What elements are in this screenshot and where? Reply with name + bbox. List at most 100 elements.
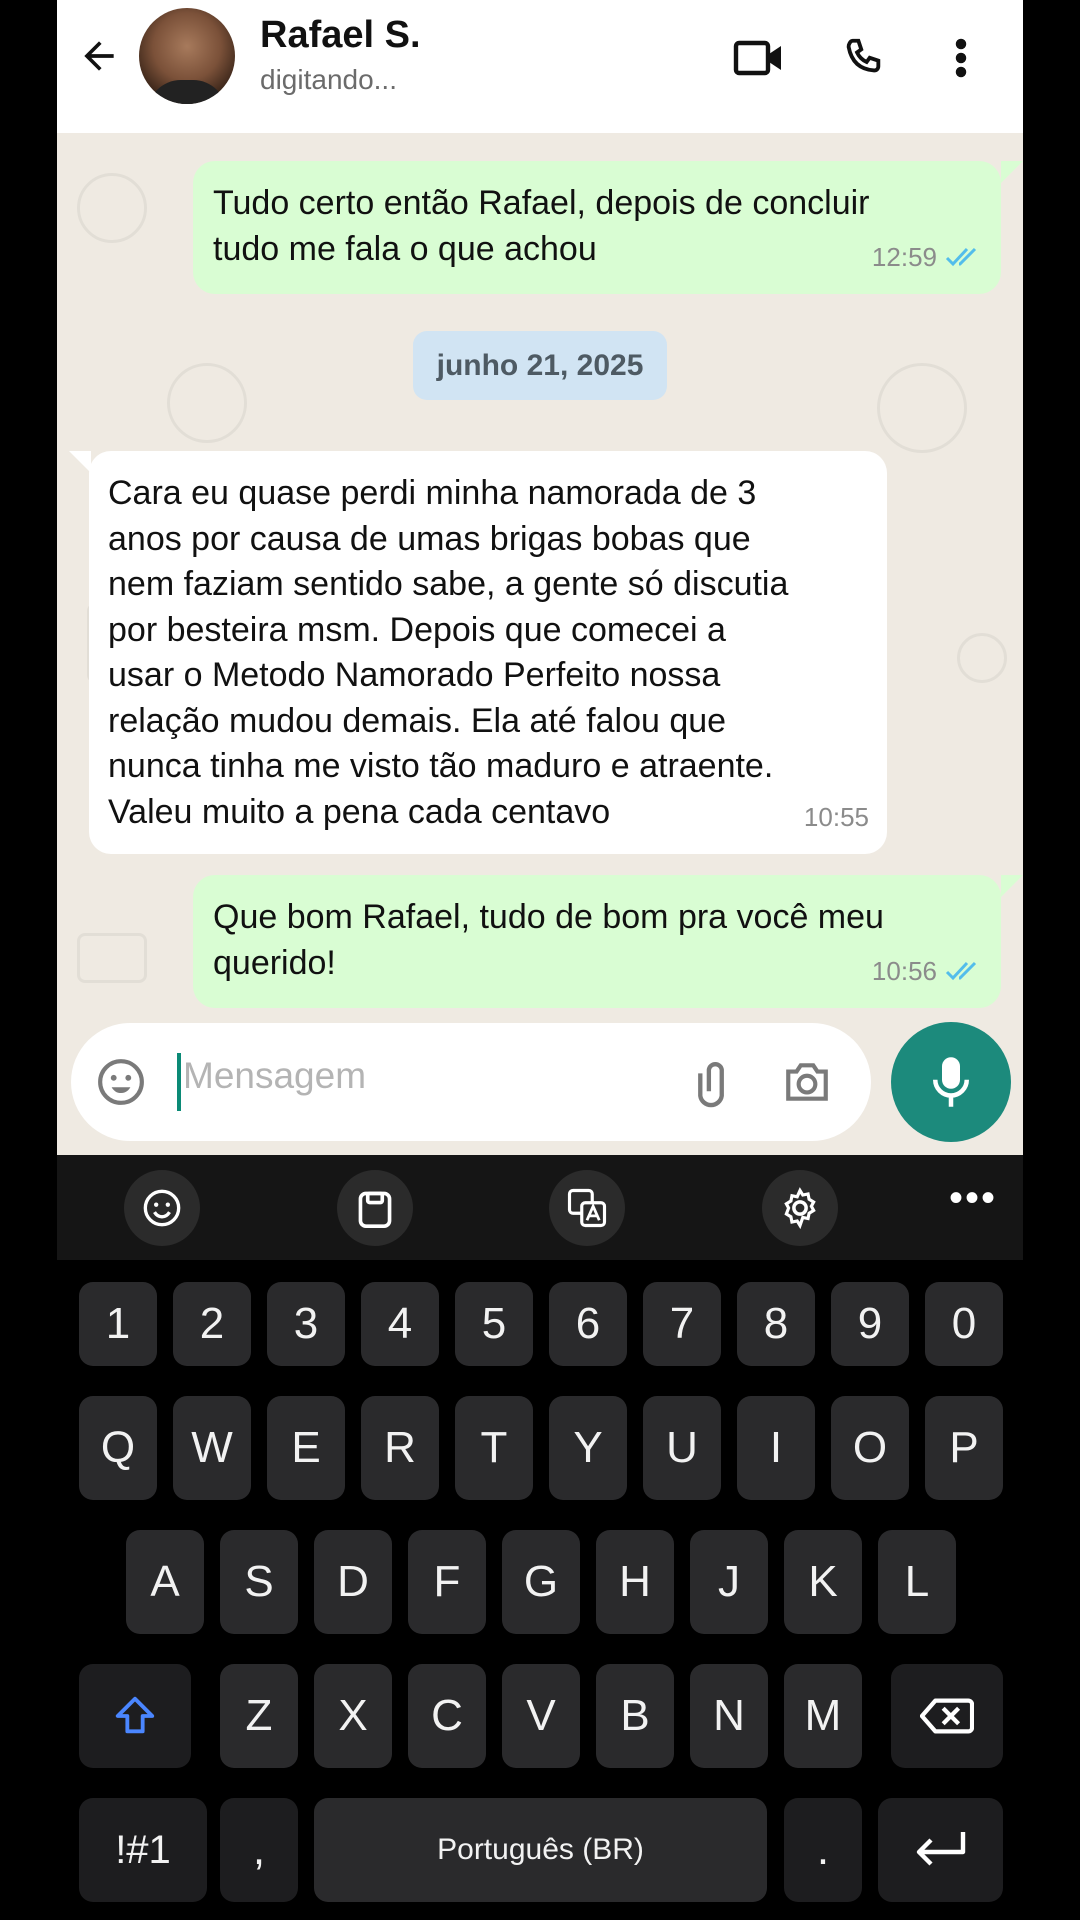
key-6[interactable]: 6 — [549, 1282, 627, 1366]
chat-header: Rafael S. digitando... — [57, 0, 1023, 133]
message-text-line: por besteira msm. Depois que comecei a — [108, 610, 726, 649]
contact-name[interactable]: Rafael S. — [260, 14, 421, 57]
key-h[interactable]: H — [596, 1530, 674, 1634]
camera-icon — [786, 1063, 828, 1101]
message-list[interactable]: Tudo certo então Rafael, depois de concl… — [57, 133, 1023, 1155]
message-incoming[interactable]: Cara eu quase perdi minha namorada de 3 … — [89, 451, 887, 854]
video-call-button[interactable] — [729, 28, 789, 88]
key-w[interactable]: W — [173, 1396, 251, 1500]
video-call-icon — [733, 40, 781, 76]
key-p[interactable]: P — [925, 1396, 1003, 1500]
keyboard: 1 2 3 4 5 6 7 8 9 0 Q W E R T Y U I O P … — [57, 1260, 1023, 1920]
key-l[interactable]: L — [878, 1530, 956, 1634]
message-text-line: tudo me fala o que achou — [213, 229, 597, 268]
emoji-button[interactable] — [91, 1052, 151, 1112]
message-text-line: Valeu muito a pena cada centavo — [108, 792, 611, 831]
avatar[interactable] — [139, 8, 235, 104]
key-o[interactable]: O — [831, 1396, 909, 1500]
more-options-button[interactable] — [931, 28, 991, 88]
key-r[interactable]: R — [361, 1396, 439, 1500]
attach-button[interactable] — [685, 1052, 745, 1112]
key-n[interactable]: N — [690, 1664, 768, 1768]
back-button[interactable] — [71, 28, 127, 84]
comma-key[interactable]: , — [220, 1798, 298, 1902]
key-q[interactable]: Q — [79, 1396, 157, 1500]
key-3[interactable]: 3 — [267, 1282, 345, 1366]
clipboard-icon — [358, 1191, 392, 1228]
key-u[interactable]: U — [643, 1396, 721, 1500]
date-separator: junho 21, 2025 — [413, 331, 667, 400]
message-input[interactable]: Mensagem — [183, 1055, 366, 1097]
message-time: 10:56 — [871, 955, 937, 986]
phone-screen: Rafael S. digitando... Tudo certo então … — [57, 0, 1023, 1920]
more-vert-icon — [955, 38, 967, 78]
emoji-panel-button[interactable] — [124, 1170, 200, 1246]
key-7[interactable]: 7 — [643, 1282, 721, 1366]
clipboard-button[interactable] — [337, 1170, 413, 1246]
key-9[interactable]: 9 — [831, 1282, 909, 1366]
key-2[interactable]: 2 — [173, 1282, 251, 1366]
key-s[interactable]: S — [220, 1530, 298, 1634]
key-5[interactable]: 5 — [455, 1282, 533, 1366]
key-x[interactable]: X — [314, 1664, 392, 1768]
key-m[interactable]: M — [784, 1664, 862, 1768]
key-e[interactable]: E — [267, 1396, 345, 1500]
translate-icon — [567, 1188, 607, 1228]
phone-icon — [846, 38, 881, 73]
message-outgoing[interactable]: Que bom Rafael, tudo de bom pra você meu… — [193, 875, 1001, 1008]
backspace-key[interactable] — [891, 1664, 1003, 1768]
key-t[interactable]: T — [455, 1396, 533, 1500]
more-tools-button[interactable]: ••• — [933, 1178, 1013, 1233]
key-b[interactable]: B — [596, 1664, 674, 1768]
attach-icon — [698, 1062, 724, 1108]
settings-icon — [784, 1187, 816, 1229]
key-i[interactable]: I — [737, 1396, 815, 1500]
double-check-icon — [945, 962, 977, 981]
key-z[interactable]: Z — [220, 1664, 298, 1768]
key-g[interactable]: G — [502, 1530, 580, 1634]
message-text-line: Tudo certo então Rafael, depois de concl… — [213, 184, 870, 222]
key-y[interactable]: Y — [549, 1396, 627, 1500]
message-time: 10:55 — [803, 801, 869, 832]
message-outgoing[interactable]: Tudo certo então Rafael, depois de concl… — [193, 161, 1001, 294]
key-v[interactable]: V — [502, 1664, 580, 1768]
key-4[interactable]: 4 — [361, 1282, 439, 1366]
message-text-line: Cara eu quase perdi minha namorada de 3 — [108, 474, 757, 512]
key-1[interactable]: 1 — [79, 1282, 157, 1366]
message-text-line: Que bom Rafael, tudo de bom pra você meu — [213, 898, 884, 936]
backspace-icon — [920, 1698, 974, 1734]
symbols-key[interactable]: !#1 — [79, 1798, 207, 1902]
shift-icon — [115, 1696, 155, 1734]
message-text-line: usar o Metodo Namorado Perfeito nossa — [108, 656, 721, 694]
key-j[interactable]: J — [690, 1530, 768, 1634]
translate-button[interactable] — [549, 1170, 625, 1246]
keyboard-toolbar: ••• — [57, 1155, 1023, 1260]
key-a[interactable]: A — [126, 1530, 204, 1634]
enter-key[interactable] — [878, 1798, 1003, 1902]
emoji-icon — [98, 1059, 144, 1105]
text-cursor — [177, 1053, 181, 1111]
message-text-line: nunca tinha me visto tão maduro e atraen… — [108, 747, 774, 785]
enter-icon — [916, 1832, 965, 1866]
message-composer[interactable]: Mensagem — [71, 1023, 871, 1141]
message-text-line: querido! — [213, 943, 336, 982]
key-c[interactable]: C — [408, 1664, 486, 1768]
voice-call-button[interactable] — [833, 28, 893, 88]
double-check-icon — [945, 248, 977, 267]
back-arrow-icon — [84, 41, 114, 71]
emoji-panel-icon — [143, 1189, 181, 1227]
keyboard-settings-button[interactable] — [762, 1170, 838, 1246]
message-text-line: relação mudou demais. Ela até falou que — [108, 701, 727, 740]
space-bar[interactable]: Português (BR) — [314, 1798, 767, 1902]
camera-button[interactable] — [777, 1052, 837, 1112]
message-text-line: nem faziam sentido sabe, a gente só disc… — [108, 565, 789, 603]
key-8[interactable]: 8 — [737, 1282, 815, 1366]
key-k[interactable]: K — [784, 1530, 862, 1634]
key-d[interactable]: D — [314, 1530, 392, 1634]
key-0[interactable]: 0 — [925, 1282, 1003, 1366]
period-key[interactable]: . — [784, 1798, 862, 1902]
key-f[interactable]: F — [408, 1530, 486, 1634]
message-text-line: anos por causa de umas brigas bobas que — [108, 519, 751, 558]
voice-message-button[interactable] — [891, 1022, 1011, 1142]
shift-key[interactable] — [79, 1664, 191, 1768]
